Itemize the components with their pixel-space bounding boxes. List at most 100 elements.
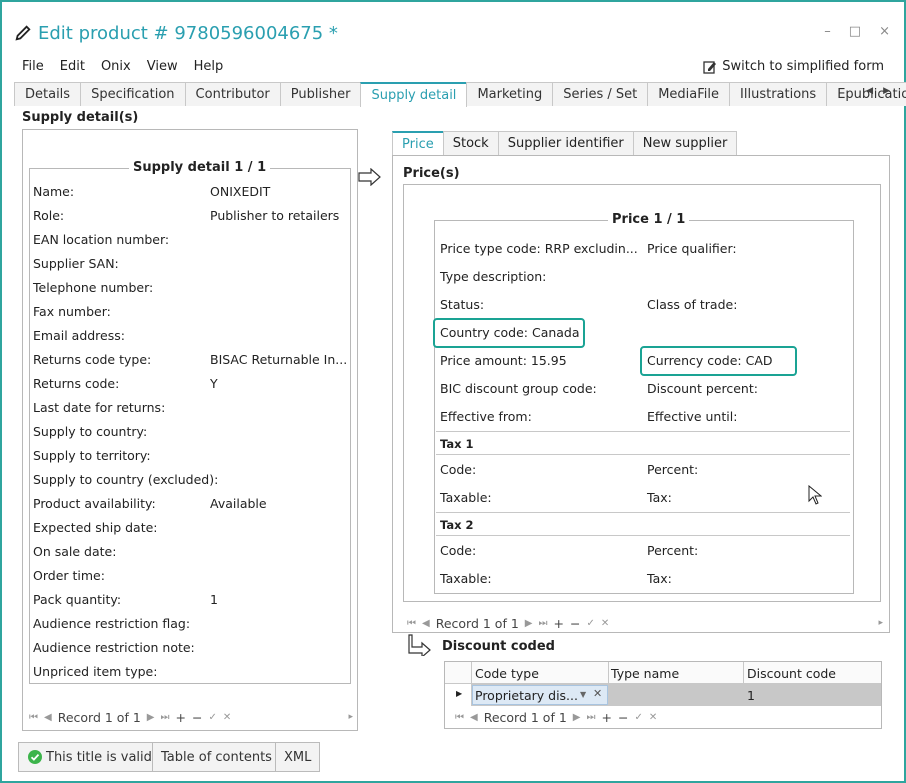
left-scroll-arrow-icon[interactable]: ▸: [348, 712, 353, 722]
tab-left-arrow-icon[interactable]: ◀: [866, 86, 873, 96]
subtab-price[interactable]: Price: [392, 131, 444, 156]
discount-remove-icon[interactable]: −: [618, 710, 628, 725]
cancel-icon[interactable]: ✕: [223, 712, 231, 723]
tab-marketing[interactable]: Marketing: [466, 82, 554, 106]
xml-label: XML: [284, 749, 312, 765]
clear-icon[interactable]: ✕: [593, 687, 602, 700]
menu-help[interactable]: Help: [194, 59, 224, 74]
field-value[interactable]: Available: [210, 496, 267, 511]
tab-contributor[interactable]: Contributor: [184, 82, 281, 106]
tab-supply-detail[interactable]: Supply detail: [360, 82, 468, 107]
last-record-icon[interactable]: ⏭: [160, 712, 169, 723]
tab-scroll-arrows: ◀ ▶: [866, 86, 890, 96]
price-panel: Price(s) Price 1 / 1 Price type code: RR…: [392, 155, 890, 633]
first-record-icon[interactable]: ⏮: [29, 712, 38, 723]
title-valid-label: This title is valid: [46, 749, 152, 765]
field-label: Supplier SAN:: [33, 256, 119, 271]
type-description-field[interactable]: Type description:: [440, 269, 546, 284]
status-field[interactable]: Status:: [440, 297, 484, 312]
field-label: Last date for returns:: [33, 400, 166, 415]
price-scroll-arrow-icon[interactable]: ▸: [878, 618, 883, 628]
supply-detail-legend: Supply detail 1 / 1: [129, 160, 271, 175]
field-value[interactable]: Y: [210, 376, 218, 391]
add-record-icon[interactable]: +: [175, 710, 185, 725]
tax1-code-field[interactable]: Code:: [440, 462, 476, 477]
discount-first-icon[interactable]: ⏮: [455, 712, 464, 723]
menu-view[interactable]: View: [147, 59, 178, 74]
price-prev-icon[interactable]: ◀: [422, 618, 430, 629]
tax2-percent-field[interactable]: Percent:: [647, 543, 698, 558]
price-first-icon[interactable]: ⏮: [407, 618, 416, 629]
xml-button[interactable]: XML: [275, 742, 321, 772]
code-type-value: Proprietary dis...: [475, 688, 578, 703]
close-button[interactable]: ×: [879, 24, 890, 39]
price-remove-icon[interactable]: −: [570, 616, 580, 631]
tab-mediafile[interactable]: MediaFile: [647, 82, 731, 106]
discount-percent-field[interactable]: Discount percent:: [647, 381, 758, 396]
col-code-type[interactable]: Code type: [475, 666, 539, 681]
price-cancel-icon[interactable]: ✕: [601, 618, 609, 629]
price-next-icon[interactable]: ▶: [525, 618, 533, 629]
field-label: Fax number:: [33, 304, 111, 319]
tax1-taxable-field[interactable]: Taxable:: [440, 490, 492, 505]
price-add-icon[interactable]: +: [553, 616, 563, 631]
dropdown-arrow-icon[interactable]: ▼: [580, 690, 586, 699]
next-record-icon[interactable]: ▶: [147, 712, 155, 723]
effective-from-field[interactable]: Effective from:: [440, 409, 532, 424]
subtab-supplier-identifier[interactable]: Supplier identifier: [497, 131, 634, 156]
effective-until-field[interactable]: Effective until:: [647, 409, 737, 424]
discount-prev-icon[interactable]: ◀: [470, 712, 478, 723]
tax1-heading-divider: [436, 454, 850, 455]
tab-publisher[interactable]: Publisher: [279, 82, 362, 106]
tax1-tax-field[interactable]: Tax:: [647, 490, 672, 505]
price-amount-field[interactable]: Price amount: 15.95: [440, 353, 567, 368]
discount-record-navigator: ⏮ ◀ Record 1 of 1 ▶ ⏭ + − ✓ ✕: [455, 710, 657, 725]
field-value[interactable]: 1: [210, 592, 218, 607]
menu-file[interactable]: File: [22, 59, 44, 74]
tab-details[interactable]: Details: [14, 82, 82, 106]
field-value[interactable]: ONIXEDIT: [210, 184, 270, 199]
prev-record-icon[interactable]: ◀: [44, 712, 52, 723]
switch-simplified-button[interactable]: Switch to simplified form: [703, 59, 884, 74]
tab-specification[interactable]: Specification: [80, 82, 186, 106]
subtab-new-supplier[interactable]: New supplier: [632, 131, 738, 156]
field-value[interactable]: Publisher to retailers: [210, 208, 339, 223]
tab-illustrations[interactable]: Illustrations: [729, 82, 828, 106]
discount-confirm-icon[interactable]: ✓: [634, 712, 642, 723]
tax2-taxable-field[interactable]: Taxable:: [440, 571, 492, 586]
discount-arrow-icon: [408, 634, 431, 656]
discount-add-icon[interactable]: +: [601, 710, 611, 725]
bic-discount-field[interactable]: BIC discount group code:: [440, 381, 597, 396]
menu-edit[interactable]: Edit: [60, 59, 85, 74]
price-qualifier-field[interactable]: Price qualifier:: [647, 241, 737, 256]
price-type-field[interactable]: Price type code: RRP excludin...: [440, 241, 638, 256]
maximize-button[interactable]: □: [849, 24, 861, 39]
discount-code-value: 1: [747, 688, 755, 703]
price-last-icon[interactable]: ⏭: [538, 618, 547, 629]
tax2-tax-field[interactable]: Tax:: [647, 571, 672, 586]
class-of-trade-field[interactable]: Class of trade:: [647, 297, 737, 312]
discount-cancel-icon[interactable]: ✕: [649, 712, 657, 723]
tax1-percent-field[interactable]: Percent:: [647, 462, 698, 477]
tab-right-arrow-icon[interactable]: ▶: [883, 86, 890, 96]
minimize-button[interactable]: –: [824, 24, 831, 39]
table-of-contents-button[interactable]: Table of contents: [152, 742, 281, 772]
col-discount-code[interactable]: Discount code: [747, 666, 836, 681]
field-label: On sale date:: [33, 544, 117, 559]
currency-code-highlight: [640, 346, 797, 376]
discount-last-icon[interactable]: ⏭: [586, 712, 595, 723]
tab-series-set[interactable]: Series / Set: [552, 82, 649, 106]
discount-next-icon[interactable]: ▶: [573, 712, 581, 723]
remove-record-icon[interactable]: −: [192, 710, 202, 725]
price-confirm-icon[interactable]: ✓: [586, 618, 594, 629]
field-value[interactable]: BISAC Returnable In...: [210, 352, 347, 367]
title-valid-button[interactable]: This title is valid: [18, 742, 161, 772]
confirm-icon[interactable]: ✓: [208, 712, 216, 723]
menu-onix[interactable]: Onix: [101, 59, 131, 74]
field-label: Returns code:: [33, 376, 120, 391]
subtab-stock[interactable]: Stock: [442, 131, 499, 156]
tax2-code-field[interactable]: Code:: [440, 543, 476, 558]
pencil-icon: [15, 25, 31, 41]
row-pointer-icon: ▶: [456, 689, 463, 698]
col-type-name[interactable]: Type name: [611, 666, 679, 681]
